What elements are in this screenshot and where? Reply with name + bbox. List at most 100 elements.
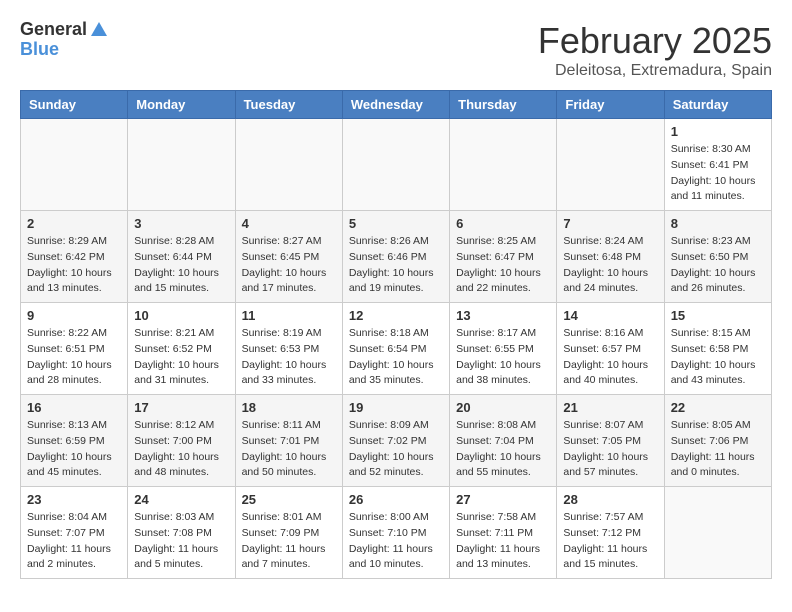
day-info: Sunrise: 8:09 AM Sunset: 7:02 PM Dayligh… — [349, 418, 443, 481]
day-info: Sunrise: 8:23 AM Sunset: 6:50 PM Dayligh… — [671, 234, 765, 297]
logo-blue-text: Blue — [20, 40, 109, 60]
calendar-week-row: 2 Sunrise: 8:29 AM Sunset: 6:42 PM Daylig… — [21, 211, 772, 303]
day-info: Sunrise: 8:01 AM Sunset: 7:09 PM Dayligh… — [242, 510, 336, 573]
calendar-table: SundayMondayTuesdayWednesdayThursdayFrid… — [20, 90, 772, 579]
calendar-day-cell: 14 Sunrise: 8:16 AM Sunset: 6:57 PM Dayli… — [557, 303, 664, 395]
day-number: 12 — [349, 308, 443, 323]
day-number: 24 — [134, 492, 228, 507]
weekday-header-saturday: Saturday — [664, 91, 771, 119]
day-info: Sunrise: 8:18 AM Sunset: 6:54 PM Dayligh… — [349, 326, 443, 389]
day-number: 6 — [456, 216, 550, 231]
day-number: 1 — [671, 124, 765, 139]
calendar-day-cell — [342, 119, 449, 211]
calendar-day-cell: 11 Sunrise: 8:19 AM Sunset: 6:53 PM Dayli… — [235, 303, 342, 395]
calendar-day-cell — [664, 487, 771, 579]
day-number: 18 — [242, 400, 336, 415]
day-number: 23 — [27, 492, 121, 507]
calendar-day-cell: 12 Sunrise: 8:18 AM Sunset: 6:54 PM Dayli… — [342, 303, 449, 395]
day-number: 16 — [27, 400, 121, 415]
day-info: Sunrise: 8:16 AM Sunset: 6:57 PM Dayligh… — [563, 326, 657, 389]
location-subtitle: Deleitosa, Extremadura, Spain — [538, 62, 772, 80]
day-info: Sunrise: 8:00 AM Sunset: 7:10 PM Dayligh… — [349, 510, 443, 573]
day-number: 21 — [563, 400, 657, 415]
day-info: Sunrise: 8:28 AM Sunset: 6:44 PM Dayligh… — [134, 234, 228, 297]
logo-icon — [89, 20, 109, 40]
calendar-day-cell — [450, 119, 557, 211]
calendar-day-cell — [21, 119, 128, 211]
calendar-day-cell — [557, 119, 664, 211]
day-number: 19 — [349, 400, 443, 415]
calendar-day-cell: 19 Sunrise: 8:09 AM Sunset: 7:02 PM Dayli… — [342, 395, 449, 487]
day-info: Sunrise: 8:17 AM Sunset: 6:55 PM Dayligh… — [456, 326, 550, 389]
day-info: Sunrise: 8:07 AM Sunset: 7:05 PM Dayligh… — [563, 418, 657, 481]
day-number: 3 — [134, 216, 228, 231]
calendar-day-cell — [128, 119, 235, 211]
calendar-day-cell: 4Sunrise: 8:27 AM Sunset: 6:45 PM Daylig… — [235, 211, 342, 303]
day-info: Sunrise: 8:30 AM Sunset: 6:41 PM Dayligh… — [671, 142, 765, 205]
calendar-day-cell: 20Sunrise: 8:08 AM Sunset: 7:04 PM Dayli… — [450, 395, 557, 487]
day-number: 10 — [134, 308, 228, 323]
calendar-day-cell: 1 Sunrise: 8:30 AM Sunset: 6:41 PM Daylig… — [664, 119, 771, 211]
calendar-day-cell: 3 Sunrise: 8:28 AM Sunset: 6:44 PM Daylig… — [128, 211, 235, 303]
calendar-day-cell: 8 Sunrise: 8:23 AM Sunset: 6:50 PM Daylig… — [664, 211, 771, 303]
calendar-body: 1 Sunrise: 8:30 AM Sunset: 6:41 PM Daylig… — [21, 119, 772, 579]
day-number: 9 — [27, 308, 121, 323]
calendar-day-cell: 2 Sunrise: 8:29 AM Sunset: 6:42 PM Daylig… — [21, 211, 128, 303]
calendar-day-cell: 28 Sunrise: 7:57 AM Sunset: 7:12 PM Dayli… — [557, 487, 664, 579]
day-info: Sunrise: 8:22 AM Sunset: 6:51 PM Dayligh… — [27, 326, 121, 389]
weekday-header-thursday: Thursday — [450, 91, 557, 119]
page-header: General Blue February 2025 Deleitosa, Ex… — [20, 20, 772, 80]
day-info: Sunrise: 8:04 AM Sunset: 7:07 PM Dayligh… — [27, 510, 121, 573]
calendar-day-cell: 21 Sunrise: 8:07 AM Sunset: 7:05 PM Dayli… — [557, 395, 664, 487]
calendar-header-row: SundayMondayTuesdayWednesdayThursdayFrid… — [21, 91, 772, 119]
day-number: 14 — [563, 308, 657, 323]
day-info: Sunrise: 8:26 AM Sunset: 6:46 PM Dayligh… — [349, 234, 443, 297]
day-info: Sunrise: 8:03 AM Sunset: 7:08 PM Dayligh… — [134, 510, 228, 573]
weekday-header-monday: Monday — [128, 91, 235, 119]
calendar-week-row: 1 Sunrise: 8:30 AM Sunset: 6:41 PM Daylig… — [21, 119, 772, 211]
calendar-day-cell: 25 Sunrise: 8:01 AM Sunset: 7:09 PM Dayli… — [235, 487, 342, 579]
day-info: Sunrise: 8:08 AM Sunset: 7:04 PM Dayligh… — [456, 418, 550, 481]
month-title: February 2025 — [538, 20, 772, 62]
day-info: Sunrise: 7:58 AM Sunset: 7:11 PM Dayligh… — [456, 510, 550, 573]
calendar-day-cell: 10Sunrise: 8:21 AM Sunset: 6:52 PM Dayli… — [128, 303, 235, 395]
calendar-day-cell: 7Sunrise: 8:24 AM Sunset: 6:48 PM Daylig… — [557, 211, 664, 303]
day-number: 5 — [349, 216, 443, 231]
calendar-day-cell: 16 Sunrise: 8:13 AM Sunset: 6:59 PM Dayli… — [21, 395, 128, 487]
calendar-day-cell: 26 Sunrise: 8:00 AM Sunset: 7:10 PM Dayli… — [342, 487, 449, 579]
day-info: Sunrise: 8:29 AM Sunset: 6:42 PM Dayligh… — [27, 234, 121, 297]
day-number: 2 — [27, 216, 121, 231]
day-info: Sunrise: 7:57 AM Sunset: 7:12 PM Dayligh… — [563, 510, 657, 573]
day-number: 17 — [134, 400, 228, 415]
calendar-week-row: 16 Sunrise: 8:13 AM Sunset: 6:59 PM Dayli… — [21, 395, 772, 487]
day-info: Sunrise: 8:12 AM Sunset: 7:00 PM Dayligh… — [134, 418, 228, 481]
day-number: 8 — [671, 216, 765, 231]
day-number: 4 — [242, 216, 336, 231]
day-info: Sunrise: 8:25 AM Sunset: 6:47 PM Dayligh… — [456, 234, 550, 297]
title-block: February 2025 Deleitosa, Extremadura, Sp… — [538, 20, 772, 80]
weekday-header-wednesday: Wednesday — [342, 91, 449, 119]
day-number: 25 — [242, 492, 336, 507]
calendar-day-cell: 22Sunrise: 8:05 AM Sunset: 7:06 PM Dayli… — [664, 395, 771, 487]
day-number: 26 — [349, 492, 443, 507]
logo: General Blue — [20, 20, 109, 60]
day-number: 13 — [456, 308, 550, 323]
day-info: Sunrise: 8:13 AM Sunset: 6:59 PM Dayligh… — [27, 418, 121, 481]
calendar-day-cell: 6 Sunrise: 8:25 AM Sunset: 6:47 PM Daylig… — [450, 211, 557, 303]
logo-general-text: General — [20, 20, 87, 40]
calendar-day-cell: 5 Sunrise: 8:26 AM Sunset: 6:46 PM Daylig… — [342, 211, 449, 303]
day-number: 11 — [242, 308, 336, 323]
day-info: Sunrise: 8:15 AM Sunset: 6:58 PM Dayligh… — [671, 326, 765, 389]
calendar-week-row: 23 Sunrise: 8:04 AM Sunset: 7:07 PM Dayli… — [21, 487, 772, 579]
calendar-day-cell: 23 Sunrise: 8:04 AM Sunset: 7:07 PM Dayli… — [21, 487, 128, 579]
day-number: 28 — [563, 492, 657, 507]
weekday-header-friday: Friday — [557, 91, 664, 119]
day-info: Sunrise: 8:19 AM Sunset: 6:53 PM Dayligh… — [242, 326, 336, 389]
weekday-header-sunday: Sunday — [21, 91, 128, 119]
calendar-day-cell: 17 Sunrise: 8:12 AM Sunset: 7:00 PM Dayli… — [128, 395, 235, 487]
calendar-week-row: 9 Sunrise: 8:22 AM Sunset: 6:51 PM Daylig… — [21, 303, 772, 395]
calendar-day-cell: 18Sunrise: 8:11 AM Sunset: 7:01 PM Dayli… — [235, 395, 342, 487]
calendar-day-cell — [235, 119, 342, 211]
day-info: Sunrise: 8:05 AM Sunset: 7:06 PM Dayligh… — [671, 418, 765, 481]
calendar-day-cell: 27Sunrise: 7:58 AM Sunset: 7:11 PM Dayli… — [450, 487, 557, 579]
